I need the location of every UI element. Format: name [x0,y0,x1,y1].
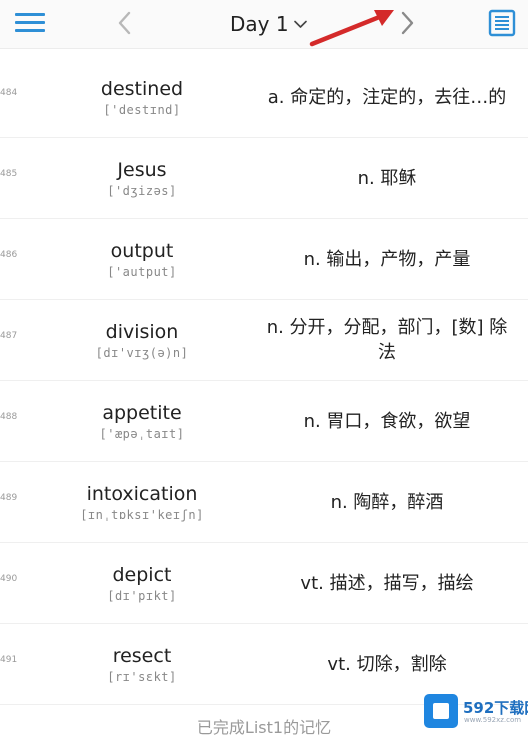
watermark-logo [424,694,458,728]
meaning-text: a. 命定的，注定的，去往…的 [267,86,507,108]
word-text: division [105,321,179,343]
list-item[interactable]: 486 output ['autput] n. 输出，产物，产量 [0,219,528,300]
meaning-text: vt. 切除，割除 [327,653,447,675]
word-text: resect [112,645,172,667]
phonetic-text: [ɪnˌtɒksɪ'keɪʃn] [80,508,204,522]
list-item[interactable]: 484 destined ['destɪnd] a. 命定的，注定的，去往…的 [0,57,528,138]
meaning-text: n. 输出，产物，产量 [303,248,471,270]
word-column: resect [rɪ'sɛkt] [60,644,224,684]
word-number: 484 [0,88,18,98]
word-column: appetite ['æpəˌtaɪt] [60,401,224,441]
list-item[interactable]: 485 Jesus ['dʒizəs] n. 耶稣 [0,138,528,219]
phonetic-text: ['æpəˌtaɪt] [99,427,185,441]
phonetic-text: ['autput] [107,265,177,279]
watermark-brand: 592下载网 [463,699,528,717]
meaning-text: n. 分开，分配，部门，[数] 除法 [266,317,508,363]
word-text: Jesus [117,159,167,181]
day-selector[interactable]: Day 1 [230,10,307,38]
phonetic-text: ['destɪnd] [103,103,181,117]
watermark-url: www.592xz.com [464,716,522,724]
word-number: 490 [0,574,18,584]
day-label: Day 1 [230,12,289,36]
phonetic-text: [rɪ'sɛkt] [107,670,177,684]
phonetic-text: ['dʒizəs] [107,184,177,198]
top-bar: Day 1 [0,0,528,49]
list-item[interactable]: 489 intoxication [ɪnˌtɒksɪ'keɪʃn] n. 陶醉，醉酒 [0,462,528,543]
watermark: 592下载网 www.592xz.com [424,694,528,730]
word-number: 488 [0,412,18,422]
word-column: Jesus ['dʒizəs] [60,158,224,198]
word-text: appetite [102,402,182,424]
word-text: depict [112,564,172,586]
list-item[interactable]: 491 resect [rɪ'sɛkt] vt. 切除，割除 [0,624,528,705]
word-list: 484 destined ['destɪnd] a. 命定的，注定的，去往…的 485 J… [0,57,528,705]
word-text: output [110,240,174,262]
word-text: destined [100,78,184,100]
phonetic-text: [dɪ'pɪkt] [107,589,177,603]
word-text: intoxication [86,483,198,505]
menu-icon[interactable] [15,11,47,35]
word-column: depict [dɪ'pɪkt] [60,563,224,603]
word-number: 489 [0,493,18,503]
list-item[interactable]: 490 depict [dɪ'pɪkt] vt. 描述，描写，描绘 [0,543,528,624]
list-view-icon[interactable] [488,9,516,37]
meaning-text: vt. 描述，描写，描绘 [300,572,474,594]
meaning-text: n. 胃口，食欲，欲望 [303,410,471,432]
meaning-text: n. 陶醉，醉酒 [330,491,444,513]
word-number: 486 [0,250,18,260]
word-column: destined ['destɪnd] [60,77,224,117]
word-number: 491 [0,655,18,665]
meaning-text: n. 耶稣 [357,167,417,189]
list-item[interactable]: 487 division [dɪ'vɪʒ(ə)n] n. 分开，分配，部门，[数] 除… [0,300,528,381]
word-column: intoxication [ɪnˌtɒksɪ'keɪʃn] [60,482,224,522]
list-item[interactable]: 488 appetite ['æpəˌtaɪt] n. 胃口，食欲，欲望 [0,381,528,462]
word-column: division [dɪ'vɪʒ(ə)n] [60,320,224,360]
annotation-arrow [309,10,394,47]
word-number: 485 [0,169,18,179]
word-column: output ['autput] [60,239,224,279]
word-number: 487 [0,331,18,341]
chevron-left-icon[interactable] [112,8,138,38]
phonetic-text: [dɪ'vɪʒ(ə)n] [95,346,189,360]
